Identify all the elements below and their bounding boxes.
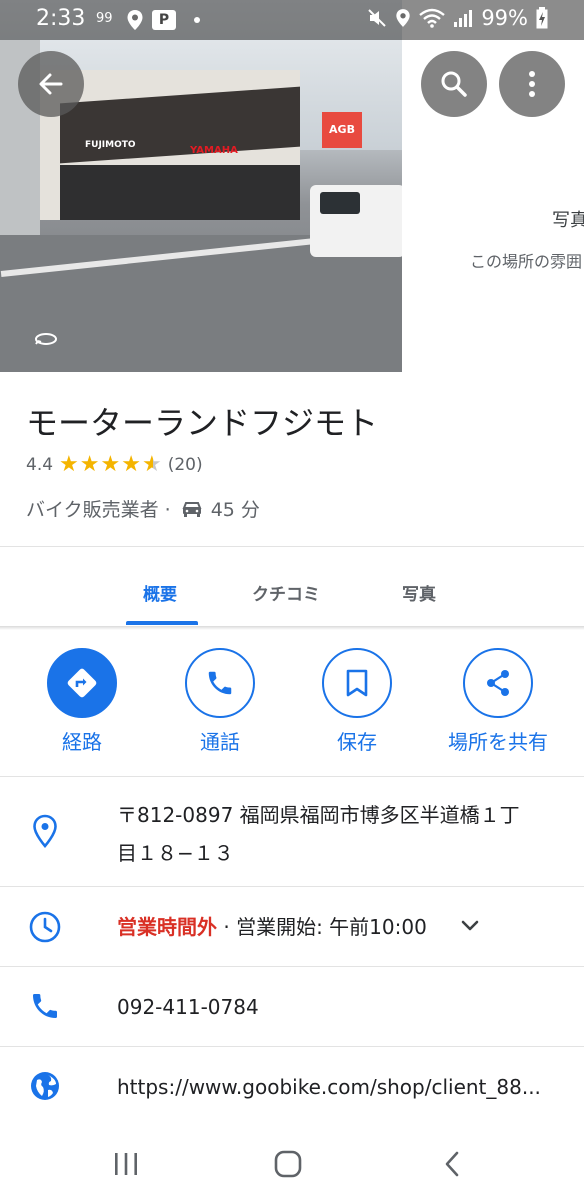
- phone-icon: [28, 989, 62, 1023]
- tabs-shadow: [0, 626, 584, 630]
- arrow-left-icon: [39, 73, 63, 95]
- location-pin-icon: [28, 814, 62, 848]
- category-row: バイク販売業者 · 45 分: [26, 495, 260, 522]
- chevron-down-icon[interactable]: [458, 914, 482, 938]
- tab-overview[interactable]: 概要: [143, 580, 177, 605]
- divider: [0, 546, 584, 547]
- photos-panel-title[interactable]: 写真: [552, 206, 584, 232]
- clock-icon: [28, 910, 62, 944]
- status-small-text: 99: [96, 11, 113, 26]
- divider: [0, 1046, 584, 1047]
- dot-icon: [194, 17, 200, 23]
- share-icon: [487, 670, 509, 696]
- hero-photo-area: FUJIMOTO YAMAHA AGB 写真 この場所の雰囲: [0, 0, 584, 372]
- location-icon: [396, 9, 410, 27]
- place-title: モーターランドフジモト: [26, 404, 379, 442]
- back-nav-button[interactable]: [422, 1144, 482, 1184]
- call-label: 通話: [200, 730, 240, 754]
- star-icon: ★: [100, 452, 121, 477]
- battery-icon: [536, 7, 548, 29]
- directions-circle: [47, 648, 117, 718]
- tab-bar: 概要 クチコミ 写真: [0, 548, 584, 626]
- store-sign-yamaha: YAMAHA: [190, 145, 238, 156]
- globe-icon: [28, 1069, 62, 1103]
- mute-icon: [368, 9, 387, 27]
- directions-icon: [67, 668, 97, 698]
- status-time: 2:33: [36, 6, 86, 31]
- star-half-icon: ★: [141, 452, 162, 477]
- store-sign-fujimoto: FUJIMOTO: [85, 140, 136, 150]
- status-bar: 2:33 99 P 99%: [0, 0, 584, 40]
- rating-value: 4.4: [26, 455, 54, 475]
- more-options-button[interactable]: [499, 51, 565, 117]
- tab-photos[interactable]: 写真: [402, 580, 436, 605]
- tab-indicator: [126, 621, 198, 625]
- drive-time: 45 分: [210, 499, 260, 521]
- share-label: 場所を共有: [448, 730, 548, 754]
- website-link[interactable]: https://www.goobike.com/shop/client_88..…: [117, 1068, 557, 1106]
- save-circle: [322, 648, 392, 718]
- divider: [0, 886, 584, 887]
- home-button[interactable]: [258, 1144, 318, 1184]
- address-line-2: 目１８−１３: [117, 841, 234, 865]
- recent-apps-button[interactable]: [96, 1144, 156, 1184]
- call-button[interactable]: 通話: [150, 648, 290, 755]
- search-button[interactable]: [421, 51, 487, 117]
- photos-panel-subtitle: この場所の雰囲: [470, 252, 583, 271]
- directions-button[interactable]: 経路: [12, 648, 152, 755]
- bookmark-icon: [346, 669, 368, 697]
- address-row[interactable]: 〒812-0897 福岡県福岡市博多区半道橋１丁 目１８−１３: [117, 796, 520, 872]
- address-line-1: 〒812-0897 福岡県福岡市博多区半道橋１丁: [117, 803, 520, 827]
- back-button[interactable]: [18, 51, 84, 117]
- more-vert-icon: [529, 71, 535, 97]
- call-circle: [185, 648, 255, 718]
- chevron-left-icon: [445, 1151, 459, 1177]
- battery-percent: 99%: [481, 6, 528, 30]
- hours-detail: · 営業開始: 午前10:00: [217, 915, 427, 939]
- car-icon: [182, 501, 202, 517]
- street-view-rotate-icon: [35, 333, 57, 345]
- star-icon: ★: [79, 452, 100, 477]
- home-icon: [274, 1150, 302, 1178]
- hours-row[interactable]: 営業時間外 · 営業開始: 午前10:00: [117, 908, 427, 946]
- phone-number[interactable]: 092-411-0784: [117, 988, 259, 1026]
- hours-status: 営業時間外: [117, 915, 217, 939]
- tab-reviews[interactable]: クチコミ: [252, 580, 320, 605]
- location-icon: [127, 10, 143, 30]
- signal-icon: [454, 10, 473, 27]
- p-app-icon: P: [152, 10, 176, 30]
- share-button[interactable]: 場所を共有: [428, 648, 568, 755]
- star-icon: ★: [59, 452, 79, 477]
- system-nav-bar: [0, 1130, 584, 1200]
- rating-row[interactable]: 4.4 ★ ★ ★ ★ ★ (20): [26, 454, 203, 476]
- category-label: バイク販売業者 ·: [26, 499, 171, 521]
- recent-apps-icon: [115, 1153, 137, 1175]
- save-label: 保存: [337, 730, 377, 754]
- search-icon: [441, 71, 467, 97]
- store-sign-agb: AGB: [322, 112, 362, 148]
- divider: [0, 966, 584, 967]
- divider: [0, 776, 584, 777]
- wifi-icon: [419, 8, 446, 28]
- star-icon: ★: [121, 452, 141, 477]
- save-button[interactable]: 保存: [287, 648, 427, 755]
- phone-icon: [208, 671, 232, 695]
- rating-stars: ★ ★ ★ ★ ★: [59, 454, 162, 476]
- share-circle: [463, 648, 533, 718]
- directions-label: 経路: [62, 730, 102, 754]
- review-count: (20): [167, 455, 203, 475]
